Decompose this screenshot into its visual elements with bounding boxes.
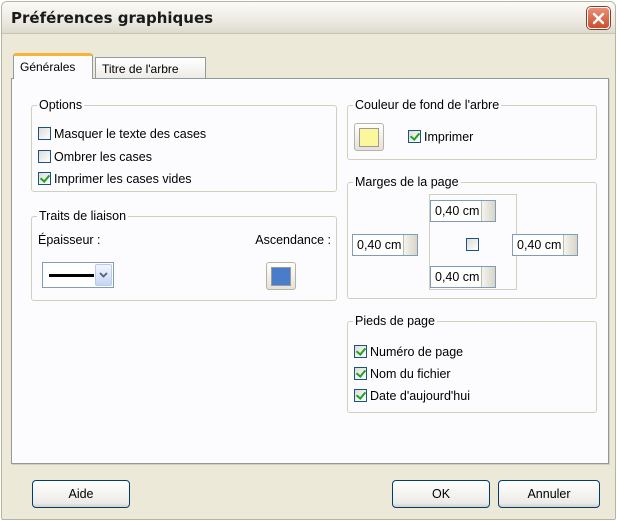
checkbox-label: Date d'aujourd'hui bbox=[370, 388, 470, 403]
checkbox-box[interactable] bbox=[354, 345, 367, 358]
couleur-fond-legend: Couleur de fond de l'arbre bbox=[353, 97, 502, 113]
checkbox-date-aujourdhui[interactable]: Date d'aujourd'hui bbox=[354, 387, 470, 404]
ascendance-color-swatch bbox=[271, 266, 291, 286]
help-button[interactable]: Aide bbox=[32, 480, 130, 508]
ascendance-color-button[interactable] bbox=[266, 262, 296, 290]
margin-center-checkbox[interactable] bbox=[466, 238, 479, 251]
checkbox-label: Masquer le texte des cases bbox=[54, 126, 207, 141]
checkbox-box[interactable] bbox=[354, 389, 367, 402]
checkbox-imprimer-fond[interactable]: Imprimer bbox=[408, 128, 473, 145]
couleur-fond-group: Couleur de fond de l'arbre Imprimer bbox=[347, 97, 597, 160]
margin-bottom-spinner[interactable]: 0,40 cm bbox=[430, 266, 497, 288]
background-color-swatch bbox=[359, 127, 379, 147]
traits-legend: Traits de liaison bbox=[37, 208, 129, 224]
checkbox-box[interactable] bbox=[354, 367, 367, 380]
spinner-button[interactable] bbox=[403, 235, 418, 255]
margin-top-value: 0,40 cm bbox=[435, 204, 480, 218]
checkbox-numero-page[interactable]: Numéro de page bbox=[354, 343, 463, 360]
checkbox-label: Ombrer les cases bbox=[54, 149, 152, 164]
dropdown-button[interactable] bbox=[95, 264, 112, 286]
checkbox-label: Imprimer les cases vides bbox=[54, 171, 192, 186]
cancel-button-label: Annuler bbox=[527, 487, 571, 501]
help-button-label: Aide bbox=[68, 487, 94, 501]
title-bar: Préférences graphiques bbox=[2, 2, 615, 34]
options-legend: Options bbox=[37, 97, 85, 113]
close-button[interactable] bbox=[587, 7, 610, 29]
tab-panel-generales: Options Masquer le texte des cases Ombre… bbox=[11, 78, 609, 464]
spinner-button[interactable] bbox=[481, 267, 496, 287]
line-thickness-preview bbox=[49, 274, 94, 277]
options-group: Options Masquer le texte des cases Ombre… bbox=[31, 97, 337, 192]
margin-top-spinner[interactable]: 0,40 cm bbox=[430, 200, 497, 222]
checkbox-imprimer-cases-vides[interactable]: Imprimer les cases vides bbox=[38, 170, 192, 187]
checkbox-nom-fichier[interactable]: Nom du fichier bbox=[354, 365, 451, 382]
cancel-button[interactable]: Annuler bbox=[498, 480, 600, 508]
margin-right-spinner[interactable]: 0,40 cm bbox=[512, 234, 579, 256]
ascendance-label: Ascendance : bbox=[255, 233, 331, 247]
checkbox-label: Numéro de page bbox=[370, 344, 464, 359]
checkbox-box[interactable] bbox=[38, 172, 51, 185]
margin-left-value: 0,40 cm bbox=[357, 238, 402, 252]
chevron-down-icon bbox=[99, 272, 108, 278]
epaisseur-select[interactable] bbox=[42, 262, 114, 288]
pieds-legend: Pieds de page bbox=[353, 313, 437, 329]
checkbox-label: Imprimer bbox=[424, 129, 474, 144]
close-icon bbox=[592, 12, 605, 24]
tab-titre-arbre-label: Titre de l'arbre bbox=[102, 62, 179, 76]
checkbox-box[interactable] bbox=[408, 130, 421, 143]
epaisseur-label: Épaisseur : bbox=[38, 233, 101, 247]
traits-liaison-group: Traits de liaison Épaisseur : Ascendance… bbox=[31, 208, 337, 301]
margin-left-spinner[interactable]: 0,40 cm bbox=[352, 234, 419, 256]
spinner-button[interactable] bbox=[563, 235, 578, 255]
ok-button[interactable]: OK bbox=[392, 480, 490, 508]
checkbox-ombrer-cases[interactable]: Ombrer les cases bbox=[38, 148, 152, 165]
checkbox-masquer-texte[interactable]: Masquer le texte des cases bbox=[38, 125, 206, 142]
ok-button-label: OK bbox=[431, 487, 451, 501]
margin-bottom-value: 0,40 cm bbox=[435, 270, 480, 284]
margin-right-value: 0,40 cm bbox=[517, 238, 562, 252]
pieds-page-group: Pieds de page Numéro de page Nom du fich… bbox=[347, 313, 597, 413]
marges-page-group: Marges de la page 0,40 cm 0,40 cm 0,40 c… bbox=[347, 174, 597, 299]
tab-generales[interactable]: Générales bbox=[13, 53, 93, 79]
checkbox-box[interactable] bbox=[38, 150, 51, 163]
tab-titre-arbre[interactable]: Titre de l'arbre bbox=[95, 57, 206, 79]
checkbox-label: Nom du fichier bbox=[370, 366, 451, 381]
tab-generales-label: Générales bbox=[20, 60, 76, 74]
preferences-dialog: Préférences graphiques Générales Titre d… bbox=[1, 1, 616, 520]
dialog-title: Préférences graphiques bbox=[11, 9, 214, 27]
background-color-button[interactable] bbox=[354, 123, 384, 151]
marges-legend: Marges de la page bbox=[353, 174, 461, 190]
checkbox-box[interactable] bbox=[38, 127, 51, 140]
spinner-button[interactable] bbox=[481, 201, 496, 221]
